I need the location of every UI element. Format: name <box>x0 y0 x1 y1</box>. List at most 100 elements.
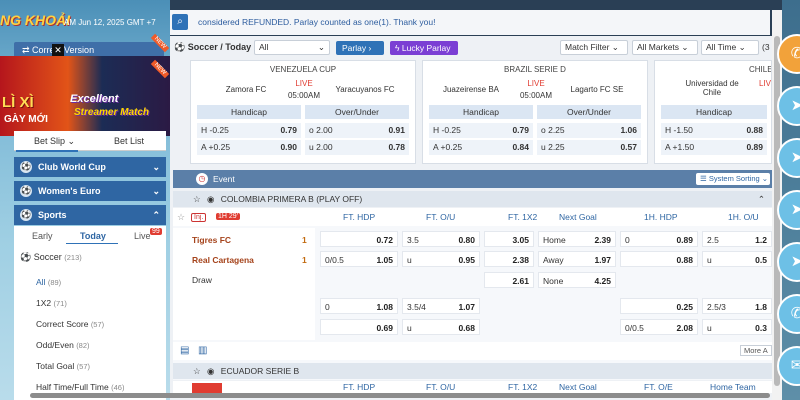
close-icon[interactable]: ✕ <box>52 44 64 56</box>
featured-match-card[interactable]: BRAZIL SERIE D Juazeirense BA LIVE 05:00… <box>422 60 648 164</box>
more-markets-button[interactable]: More A <box>740 345 772 356</box>
search-icon[interactable]: ⌕ <box>172 14 188 30</box>
star-icon[interactable]: ☆ <box>193 366 201 376</box>
odds-cell[interactable]: u 2.00 0.78 <box>305 140 409 155</box>
lucky-parlay-button[interactable]: ϟ Lucky Parlay <box>390 41 458 55</box>
brand-logo[interactable]: NG KHOẢI <box>0 12 70 28</box>
league-header[interactable]: ☆ ◉ ECUADOR SERIE B <box>173 363 773 379</box>
chevron-down-icon: ⌄ <box>67 136 76 146</box>
sidebar-item-womens-euro[interactable]: ⚽ Women's Euro ⌄ <box>14 181 166 201</box>
odds-cell[interactable]: Home 2.39 <box>538 231 616 247</box>
sidebar-item-club-world-cup[interactable]: ⚽ Club World Cup ⌄ <box>14 157 166 177</box>
odds-cell[interactable]: 0.72 <box>320 231 398 247</box>
sidebar-item-sports[interactable]: ⚽ Sports ⌃ <box>14 205 166 225</box>
match-filter-select[interactable]: Match Filter ⌄ <box>560 40 628 55</box>
odds-cell[interactable]: H -0.25 0.79 <box>429 123 533 138</box>
card-tab-overunder[interactable]: Over/Under <box>537 105 641 119</box>
odds-cell[interactable]: 0/0.5 1.05 <box>320 251 398 267</box>
market-item-total-goal[interactable]: Total Goal (57) <box>36 361 90 371</box>
chevron-up-icon: ⌃ <box>152 210 160 220</box>
chevron-up-icon[interactable]: ⌃ <box>758 191 765 207</box>
league-flag-icon: ◉ <box>207 194 215 204</box>
sport-select[interactable]: All ⌄ <box>254 40 330 55</box>
market-item-ht-ft[interactable]: Half Time/Full Time (46) <box>36 382 124 392</box>
card-live: LIVE <box>527 79 545 88</box>
card-tab-overunder[interactable]: Over/Under <box>305 105 409 119</box>
odds-cell[interactable]: None 4.25 <box>538 272 616 288</box>
horizontal-scrollbar[interactable] <box>30 393 770 398</box>
star-icon[interactable]: ☆ <box>177 212 185 223</box>
parlay-button[interactable]: Parlay › <box>336 41 384 55</box>
league-header[interactable]: ☆ ◉ COLOMBIA PRIMERA B (PLAY OFF) ⌃ <box>173 191 773 207</box>
odds-cell[interactable]: 2.5 1.2 <box>702 231 772 247</box>
tab-early[interactable]: Early <box>32 231 53 241</box>
chart-icon[interactable]: ▥ <box>198 345 207 356</box>
odds-cell[interactable]: A +0.25 0.84 <box>429 140 533 155</box>
odds-cell[interactable]: 2.5/3 1.8 <box>702 298 772 314</box>
featured-match-card[interactable]: VENEZUELA CUP Zamora FC LIVE 05:00AM Yar… <box>190 60 416 164</box>
odds-cell[interactable]: Away 1.97 <box>538 251 616 267</box>
sort-icon: ☰ <box>700 174 707 183</box>
sidebar-item-soccer[interactable]: ⚽ Soccer (213) <box>20 252 82 263</box>
card-tab-handicap[interactable]: Handicap <box>661 105 767 119</box>
market-item-odd-even[interactable]: Odd/Even (82) <box>36 340 90 350</box>
tab-today[interactable]: Today <box>80 231 106 241</box>
odds-cell[interactable]: u 0.5 <box>702 251 772 267</box>
odds-cell[interactable]: 0.25 <box>620 298 698 314</box>
odds-cell[interactable]: 3.05 <box>484 231 534 247</box>
all-markets-select[interactable]: All Markets ⌄ <box>632 40 698 55</box>
odds-cell[interactable]: 3.5/4 1.07 <box>402 298 480 314</box>
card-tab-handicap[interactable]: Handicap <box>197 105 301 119</box>
odds-cell[interactable]: 0/0.5 2.08 <box>620 319 698 335</box>
tab-underline <box>66 243 118 244</box>
card-home-team: Universidad de Chile <box>685 79 739 97</box>
odds-cell[interactable]: o 2.00 0.91 <box>305 123 409 138</box>
market-item-all[interactable]: All (89) <box>36 277 61 287</box>
odds-cell[interactable]: 0.88 <box>620 251 698 267</box>
odds-cell[interactable]: 2.38 <box>484 251 534 267</box>
card-league: VENEZUELA CUP <box>269 65 337 74</box>
featured-match-card[interactable]: CHILE Universidad de Chile LIV Handicap … <box>654 60 772 164</box>
market-item-1x2[interactable]: 1X2 (71) <box>36 298 67 308</box>
more-filter[interactable]: (3 <box>762 42 770 52</box>
card-time: 05:00AM <box>519 91 553 100</box>
odds-cell[interactable]: u 0.3 <box>702 319 772 335</box>
card-away-team: Lagarto FC SE <box>570 85 624 94</box>
market-item-correct-score[interactable]: Correct Score (57) <box>36 319 104 329</box>
odds-cell[interactable]: 0 0.89 <box>620 231 698 247</box>
chevron-down-icon: ⌄ <box>317 42 325 52</box>
odds-cell[interactable]: 0.69 <box>320 319 398 335</box>
odds-cell[interactable]: H -0.25 0.79 <box>197 123 301 138</box>
stats-icon[interactable]: ▤ <box>180 345 189 356</box>
card-live: LIVE <box>295 79 313 88</box>
odds-cell[interactable]: 2.61 <box>484 272 534 288</box>
promo-lixi-text: LÌ XÌ <box>2 94 34 111</box>
odds-cell[interactable]: 3.5 0.80 <box>402 231 480 247</box>
odds-cell[interactable]: H -1.50 0.88 <box>661 123 767 138</box>
odds-cell[interactable]: u 0.95 <box>402 251 480 267</box>
announcement-ticker: considered REFUNDED. Parlay counted as o… <box>198 17 436 27</box>
soccer-ball-icon: ⚽ <box>20 185 32 197</box>
odds-cell[interactable]: u 0.68 <box>402 319 480 335</box>
soccer-ball-icon: ⚽ <box>20 161 32 173</box>
card-league: BRAZIL SERIE D <box>504 65 566 74</box>
tab-live[interactable]: Live <box>134 231 151 241</box>
injury-badge: Inj. <box>191 213 207 222</box>
star-icon[interactable]: ☆ <box>193 194 201 204</box>
home-team-name: Tigres FC <box>192 235 232 245</box>
tab-bet-list[interactable]: Bet List <box>114 136 144 146</box>
system-sorting-select[interactable]: ☰ System Sorting ⌄ <box>696 173 770 185</box>
tab-bet-slip[interactable]: Bet Slip ⌄ <box>34 136 75 147</box>
card-tab-handicap[interactable]: Handicap <box>429 105 533 119</box>
all-time-select[interactable]: All Time ⌄ <box>701 40 759 55</box>
odds-cell[interactable]: o 2.25 1.06 <box>537 123 641 138</box>
odds-cell[interactable]: A +0.25 0.90 <box>197 140 301 155</box>
chevron-down-icon: ⌄ <box>761 174 769 183</box>
odds-cell[interactable]: 0 1.08 <box>320 298 398 314</box>
tab-underline <box>16 150 78 152</box>
odds-column-header: FT. HDP FT. O/U FT. 1X2 Next Goal 1H. HD… <box>173 208 773 226</box>
card-home-team: Juazeirense BA <box>442 85 500 94</box>
odds-cell[interactable]: u 2.25 0.57 <box>537 140 641 155</box>
soccer-ball-icon: ⚽ <box>20 209 32 221</box>
odds-cell[interactable]: A +1.50 0.89 <box>661 140 767 155</box>
